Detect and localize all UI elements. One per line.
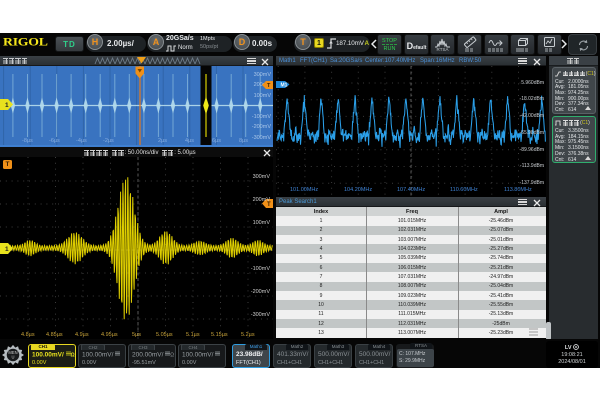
- svg-text:1: 1: [5, 102, 9, 109]
- svg-text:U: U: [12, 355, 15, 360]
- svg-text:1: 1: [5, 246, 9, 253]
- svg-text:M1: M1: [281, 83, 288, 89]
